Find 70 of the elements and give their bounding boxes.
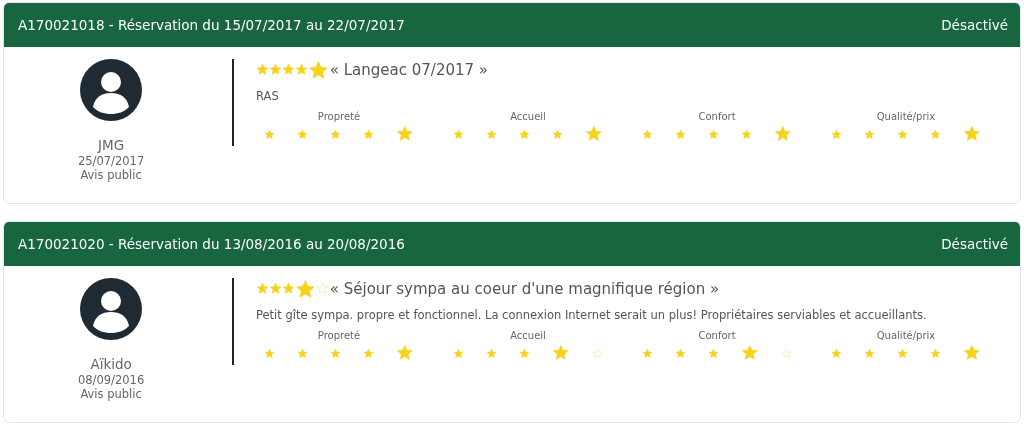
star-icon: [297, 128, 309, 140]
star-icon: [453, 347, 464, 359]
star-icon: [642, 128, 653, 140]
user-avatar-icon: [80, 59, 143, 121]
author-name: Aïkido: [90, 356, 132, 373]
star-icon: [675, 128, 687, 140]
review-text: RAS: [256, 89, 280, 103]
star-icon: [585, 125, 603, 143]
category-label: Confort: [698, 330, 736, 341]
visibility-label: Avis public: [80, 387, 142, 401]
star-icon: [396, 125, 414, 143]
category-label: Accueil: [510, 330, 546, 341]
star-outline-icon: [591, 347, 603, 359]
star-outline-icon: [780, 347, 792, 359]
author-name: JMG: [98, 137, 125, 154]
star-icon: [708, 347, 720, 359]
star-icon: [897, 128, 909, 140]
star-icon: [486, 128, 498, 140]
star-icon: [552, 128, 564, 140]
review-text: Petit gîte sympa. propre et fonctionnel. La connexion Internet serait un plus! Propriétaires serviables et accueillants.: [256, 308, 928, 322]
star-icon: [897, 347, 909, 359]
star-icon: [282, 63, 295, 77]
star-icon: [741, 344, 759, 362]
category-label: Qualité/prix: [876, 111, 936, 122]
star-icon: [774, 125, 792, 143]
user-avatar-icon: [80, 278, 143, 340]
star-icon: [519, 347, 531, 359]
star-icon: [741, 128, 753, 140]
star-icon: [930, 128, 942, 140]
star-icon: [264, 128, 275, 140]
review-date: 25/07/2017: [77, 154, 145, 168]
category-label: Qualité/prix: [876, 330, 936, 341]
star-icon: [330, 347, 342, 359]
star-icon: [642, 347, 653, 359]
star-icon: [396, 344, 414, 362]
category-label: Confort: [698, 111, 736, 122]
star-icon: [831, 347, 842, 359]
review-title: « Séjour sympa au coeur d'une magnifique région »: [329, 280, 720, 298]
reservation-title: A170021020 - Réservation du 13/08/2016 au 20/08/2016: [18, 236, 405, 252]
star-icon: [363, 347, 375, 359]
star-icon: [256, 63, 269, 77]
star-icon: [363, 128, 375, 140]
star-icon: [269, 282, 282, 296]
category-label: Propreté: [317, 111, 361, 122]
star-icon: [963, 344, 981, 362]
star-icon: [269, 63, 282, 77]
star-icon: [486, 347, 498, 359]
review-date: 08/09/2016: [77, 373, 145, 387]
visibility-label: Avis public: [80, 168, 142, 182]
star-icon: [708, 128, 720, 140]
star-icon: [552, 344, 570, 362]
star-icon: [519, 128, 531, 140]
star-icon: [930, 347, 942, 359]
reservation-title: A170021018 - Réservation du 15/07/2017 au 22/07/2017: [18, 17, 405, 33]
status-label: Désactivé: [941, 236, 1008, 252]
review-title: « Langeac 07/2017 »: [329, 61, 488, 79]
category-label: Propreté: [317, 330, 361, 341]
star-icon: [864, 347, 876, 359]
star-icon: [453, 128, 464, 140]
star-icon: [831, 128, 842, 140]
star-outline-icon: [315, 282, 329, 296]
star-icon: [963, 125, 981, 143]
category-label: Accueil: [510, 111, 546, 122]
star-icon: [297, 347, 309, 359]
status-label: Désactivé: [941, 17, 1008, 33]
star-icon: [264, 347, 275, 359]
star-icon: [256, 282, 269, 296]
star-icon: [864, 128, 876, 140]
star-icon: [675, 347, 687, 359]
star-icon: [330, 128, 342, 140]
